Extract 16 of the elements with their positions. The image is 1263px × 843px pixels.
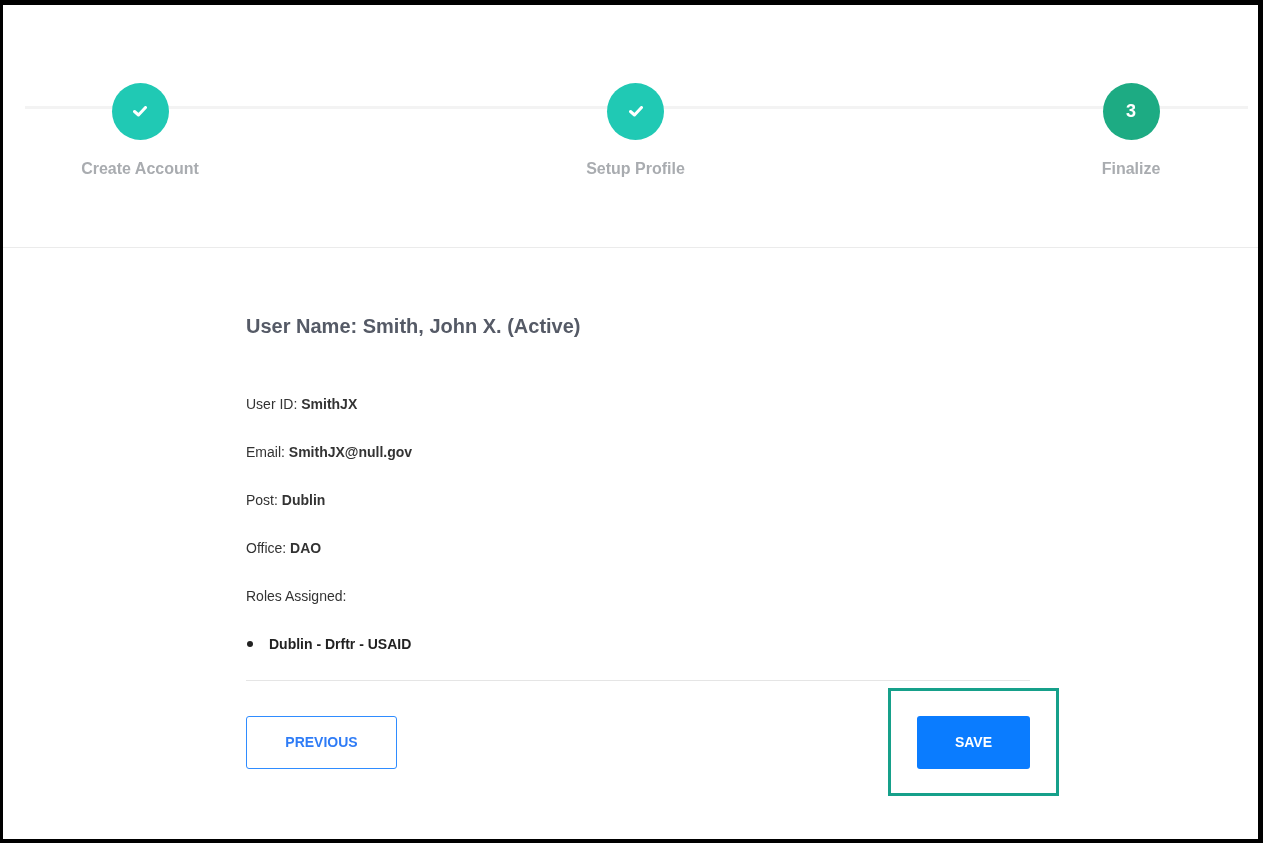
field-text: Office: DAO [246,539,322,558]
field-text: Post: Dublin [246,491,326,510]
save-button[interactable]: SAVE [917,716,1030,769]
previous-button[interactable]: PREVIOUS [246,715,397,769]
check-icon [628,106,643,117]
roles-label: Roles Assigned: [246,587,347,606]
step-label: Finalize [1101,159,1161,179]
step-label: Setup Profile [586,159,685,179]
role-item: Dublin - Drftr - USAID [269,635,412,654]
check-icon [133,106,147,117]
step-number: 3 [1102,83,1160,140]
step-label: Create Account [81,159,199,179]
field-text: User ID: SmithJX [246,395,358,414]
user-name-heading: User Name: Smith, John X. (Active) [246,314,582,339]
bullet-icon [247,641,253,647]
field-text: Email: SmithJX@null.gov [246,443,413,462]
